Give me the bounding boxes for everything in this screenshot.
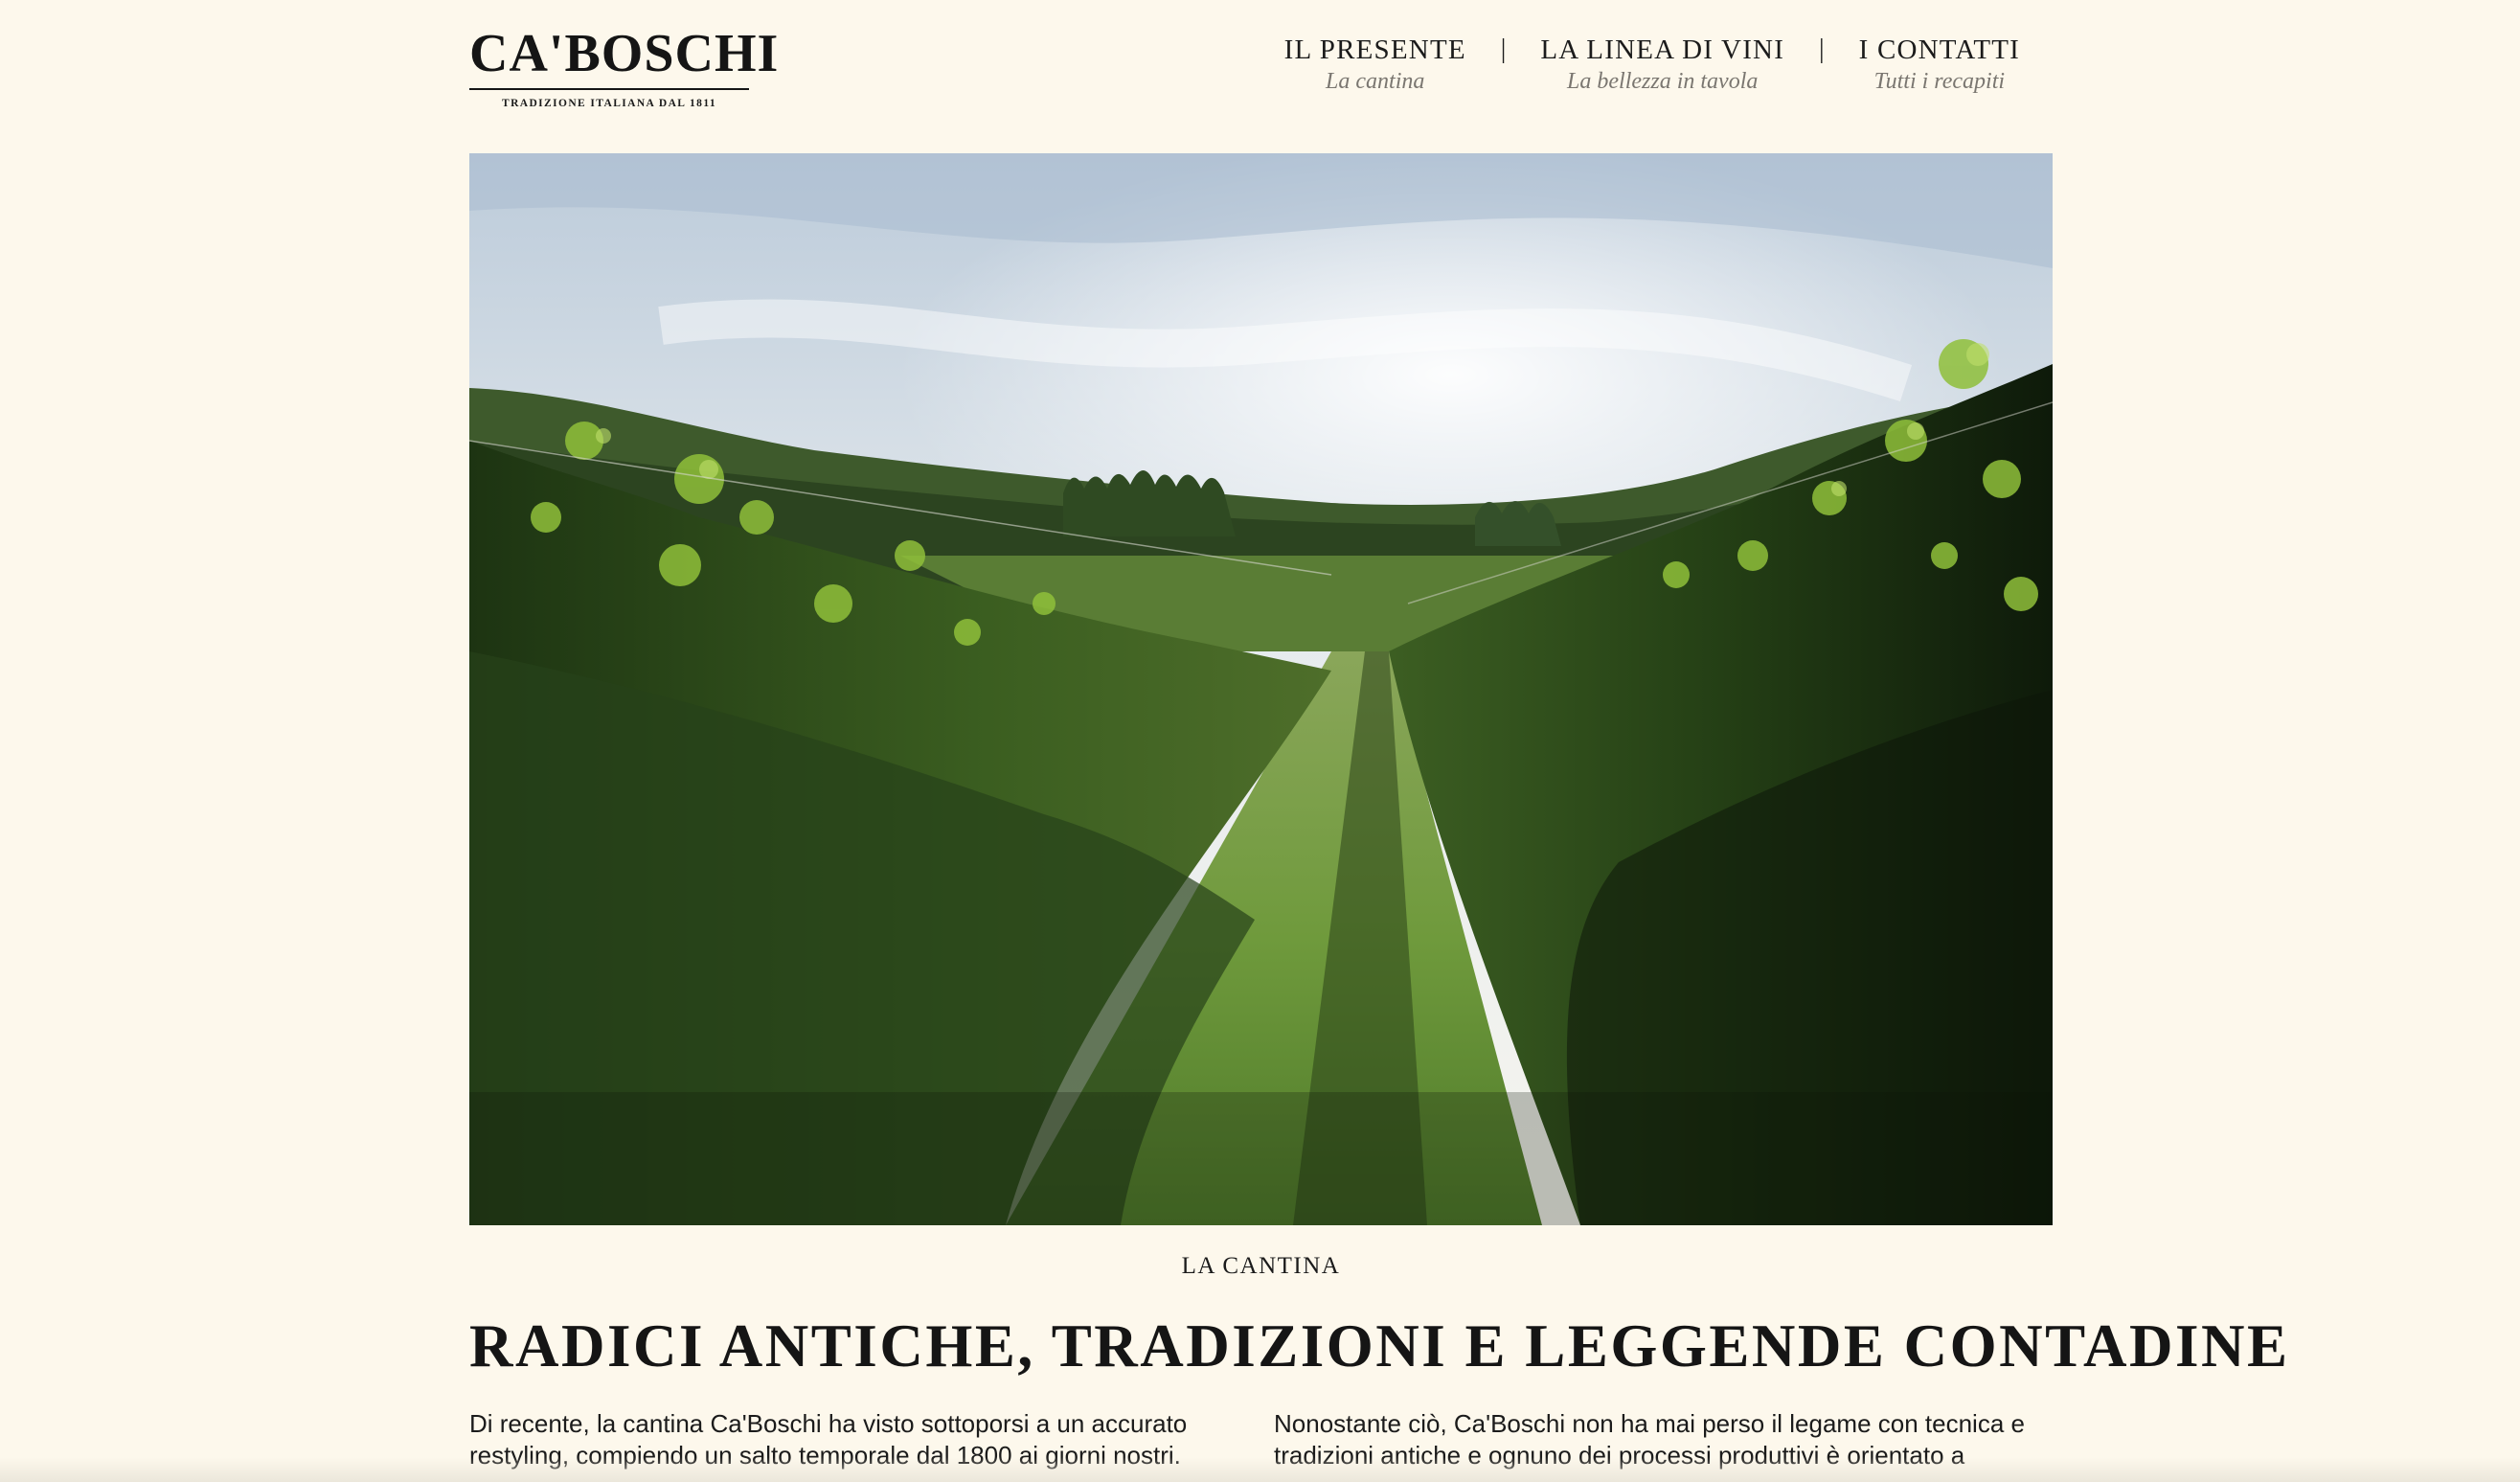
logo-tagline: TRADIZIONE ITALIANA DAL 1811: [502, 98, 716, 109]
bottom-fade: [0, 1457, 2520, 1482]
nav-item-title: LA LINEA DI VINI: [1540, 34, 1785, 65]
main-nav: IL PRESENTE La cantina | LA LINEA DI VIN…: [1284, 33, 2020, 96]
nav-item-il-presente[interactable]: IL PRESENTE La cantina: [1284, 33, 1466, 96]
nav-item-linea-di-vini[interactable]: LA LINEA DI VINI La bellezza in tavola: [1540, 33, 1784, 96]
nav-separator: |: [1500, 34, 1507, 64]
nav-separator: |: [1819, 34, 1825, 64]
nav-item-title: IL PRESENTE: [1283, 34, 1466, 65]
logo-divider: [469, 88, 749, 90]
nav-item-contatti[interactable]: I CONTATTI Tutti i recapiti: [1859, 33, 2020, 96]
nav-item-title: I CONTATTI: [1858, 34, 2020, 65]
section-headline: RADICI ANTICHE, TRADIZIONI E LEGGENDE CO…: [469, 1312, 2290, 1379]
brand-logo[interactable]: CA'BOSCHI TRADIZIONE ITALIANA DAL 1811: [469, 24, 780, 109]
nav-item-subtitle: La cantina: [1326, 69, 1425, 94]
vineyard-illustration: [469, 153, 2053, 1225]
section-eyebrow: LA CANTINA: [1181, 1253, 1341, 1279]
page: CA'BOSCHI TRADIZIONE ITALIANA DAL 1811 I…: [0, 0, 2520, 1482]
nav-item-subtitle: Tutti i recapiti: [1873, 69, 2006, 94]
body-paragraph-line: Nonostante ciò, Ca'Boschi non ha mai per…: [1274, 1409, 2025, 1438]
nav-item-subtitle: La bellezza in tavola: [1567, 69, 1759, 94]
body-paragraph-line: Di recente, la cantina Ca'Boschi ha vist…: [469, 1409, 1188, 1438]
logo-wordmark: CA'BOSCHI: [469, 24, 780, 83]
vineyard-hero-image: [469, 153, 2053, 1225]
